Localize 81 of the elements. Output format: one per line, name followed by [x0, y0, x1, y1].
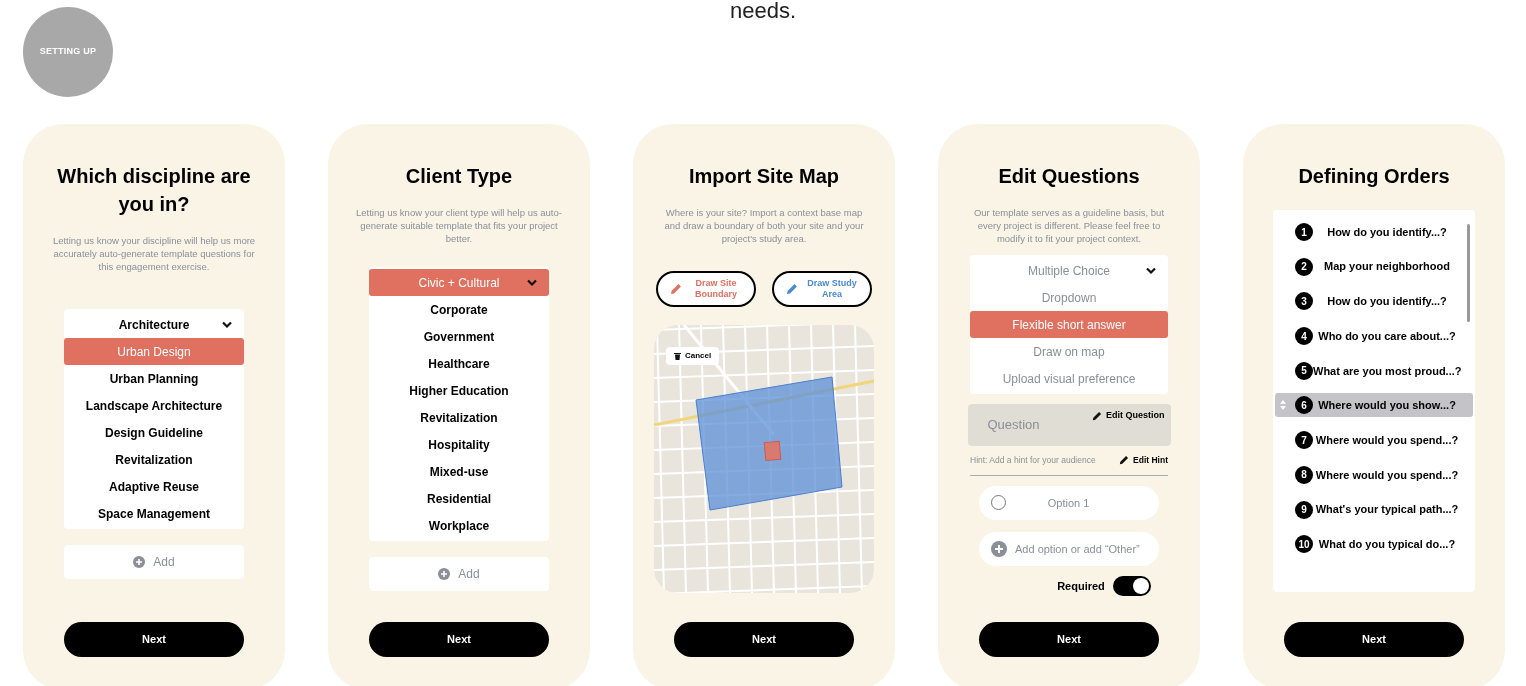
order-label: What's your typical path...?	[1314, 502, 1460, 518]
trash-icon	[674, 352, 681, 360]
order-item[interactable]: 4 Who do you care about...?	[1275, 324, 1473, 349]
plus-icon	[991, 540, 1007, 557]
next-button[interactable]: Next	[674, 622, 854, 657]
hint-text: Hint: Add a hint for your audience	[970, 454, 1096, 467]
card-description: Letting us know your client type will help us auto-generate suitable template that fits your project better.	[355, 206, 563, 245]
dropdown-option[interactable]: Hospitality	[369, 431, 549, 458]
dropdown-option[interactable]: Workplace	[369, 512, 549, 539]
order-item[interactable]: 6 Where would you show...?	[1275, 393, 1473, 418]
heading-text: needs.	[729, 0, 797, 25]
card-description: Letting us know your discipline will help us more accurately auto-generate template questions for this engagement exercise.	[51, 234, 257, 273]
drag-handle-icon[interactable]	[1280, 400, 1286, 411]
order-number: 5	[1295, 361, 1313, 380]
scrollbar-thumb[interactable]	[1467, 224, 1470, 322]
order-label: Who do you care about...?	[1317, 328, 1457, 344]
card-description: Our template serves as a guideline basis, but every project is different. Please feel free to modify it to fit your project context.	[972, 206, 1166, 245]
order-number: 7	[1295, 431, 1313, 450]
order-item[interactable]: 9 What's your typical path...?	[1275, 497, 1473, 522]
dropdown-option[interactable]: Government	[369, 323, 549, 350]
order-item[interactable]: 2 Map your neighborhood	[1275, 254, 1473, 279]
dropdown-option[interactable]: Residential	[369, 485, 549, 512]
dropdown-option[interactable]: Higher Education	[369, 377, 549, 404]
next-button[interactable]: Next	[369, 622, 549, 657]
dropdown-option[interactable]: Design Guideline	[64, 419, 244, 446]
order-item[interactable]: 1 How do you identify...?	[1275, 220, 1473, 244]
dropdown-option[interactable]: Space Management	[64, 500, 244, 527]
cancel-button[interactable]: Cancel	[666, 347, 720, 365]
dropdown-option[interactable]: Architecture	[64, 311, 244, 338]
pencil-icon	[1119, 455, 1130, 466]
pencil-icon	[786, 283, 798, 295]
order-number: 10	[1295, 535, 1313, 554]
order-number: 3	[1295, 292, 1313, 311]
dropdown-option[interactable]: Adaptive Reuse	[64, 473, 244, 500]
card-title: Edit Questions	[997, 164, 1141, 189]
next-button[interactable]: Next	[64, 622, 244, 657]
order-label: What are you most proud...?	[1313, 363, 1462, 379]
card-title: Which discipline are you in?	[56, 164, 252, 217]
order-label: Map your neighborhood	[1323, 259, 1451, 275]
order-label: Where would you spend...?	[1314, 432, 1460, 448]
order-label: Where would you show...?	[1317, 398, 1457, 414]
map-view[interactable]: Cancel	[654, 325, 874, 593]
order-number: 4	[1295, 327, 1313, 346]
dropdown-option[interactable]: Revitalization	[64, 446, 244, 473]
order-label: How do you identify...?	[1326, 224, 1448, 240]
pencil-icon	[670, 283, 682, 295]
order-item[interactable]: 7 Where would you spend...?	[1275, 428, 1473, 453]
next-button[interactable]: Next	[979, 622, 1159, 657]
order-number: 9	[1295, 500, 1313, 519]
plus-icon	[133, 556, 146, 568]
order-number: 2	[1295, 257, 1313, 276]
dropdown-option[interactable]: Landscape Architecture	[64, 392, 244, 419]
dropdown-option[interactable]: Healthcare	[369, 350, 549, 377]
card-description: Where is your site? Import a context base map and draw a boundary of both your site and your project's study area.	[663, 206, 865, 245]
dropdown-option[interactable]: Revitalization	[369, 404, 549, 431]
required-toggle[interactable]	[1112, 575, 1151, 596]
order-item[interactable]: 3 How do you identify...?	[1275, 289, 1473, 314]
plus-icon	[438, 568, 451, 580]
pencil-icon	[1092, 410, 1102, 421]
dropdown-option[interactable]: Urban Planning	[64, 365, 244, 392]
card-title: Import Site Map	[688, 164, 840, 189]
step-badge: SETTING UP	[23, 7, 113, 97]
order-item[interactable]: 10 What do you typical do...?	[1275, 532, 1473, 557]
next-button[interactable]: Next	[1284, 622, 1464, 657]
option-label: Option 1	[1046, 495, 1091, 511]
question-field[interactable]: Question Edit Question	[967, 404, 1171, 446]
dropdown-option[interactable]: Corporate	[369, 296, 549, 323]
order-number: 6	[1295, 396, 1313, 415]
order-label: Where would you spend...?	[1314, 467, 1460, 483]
order-item[interactable]: 8 Where would you spend...?	[1275, 462, 1473, 487]
required-label: Required	[1057, 578, 1105, 594]
order-number: 8	[1295, 465, 1313, 484]
order-number: 1	[1295, 223, 1313, 241]
order-item[interactable]: 5 What are you most proud...?	[1275, 358, 1473, 383]
edit-hint-button[interactable]: Edit Hint	[1119, 454, 1168, 467]
dropdown-option[interactable]: Mixed-use	[369, 458, 549, 485]
card-title: Defining Orders	[1297, 164, 1451, 189]
order-label: What do you typical do...?	[1317, 536, 1457, 552]
card-title: Client Type	[404, 164, 514, 189]
order-label: How do you identify...?	[1326, 294, 1448, 310]
draw-button[interactable]: Draw Study Area	[772, 271, 872, 307]
